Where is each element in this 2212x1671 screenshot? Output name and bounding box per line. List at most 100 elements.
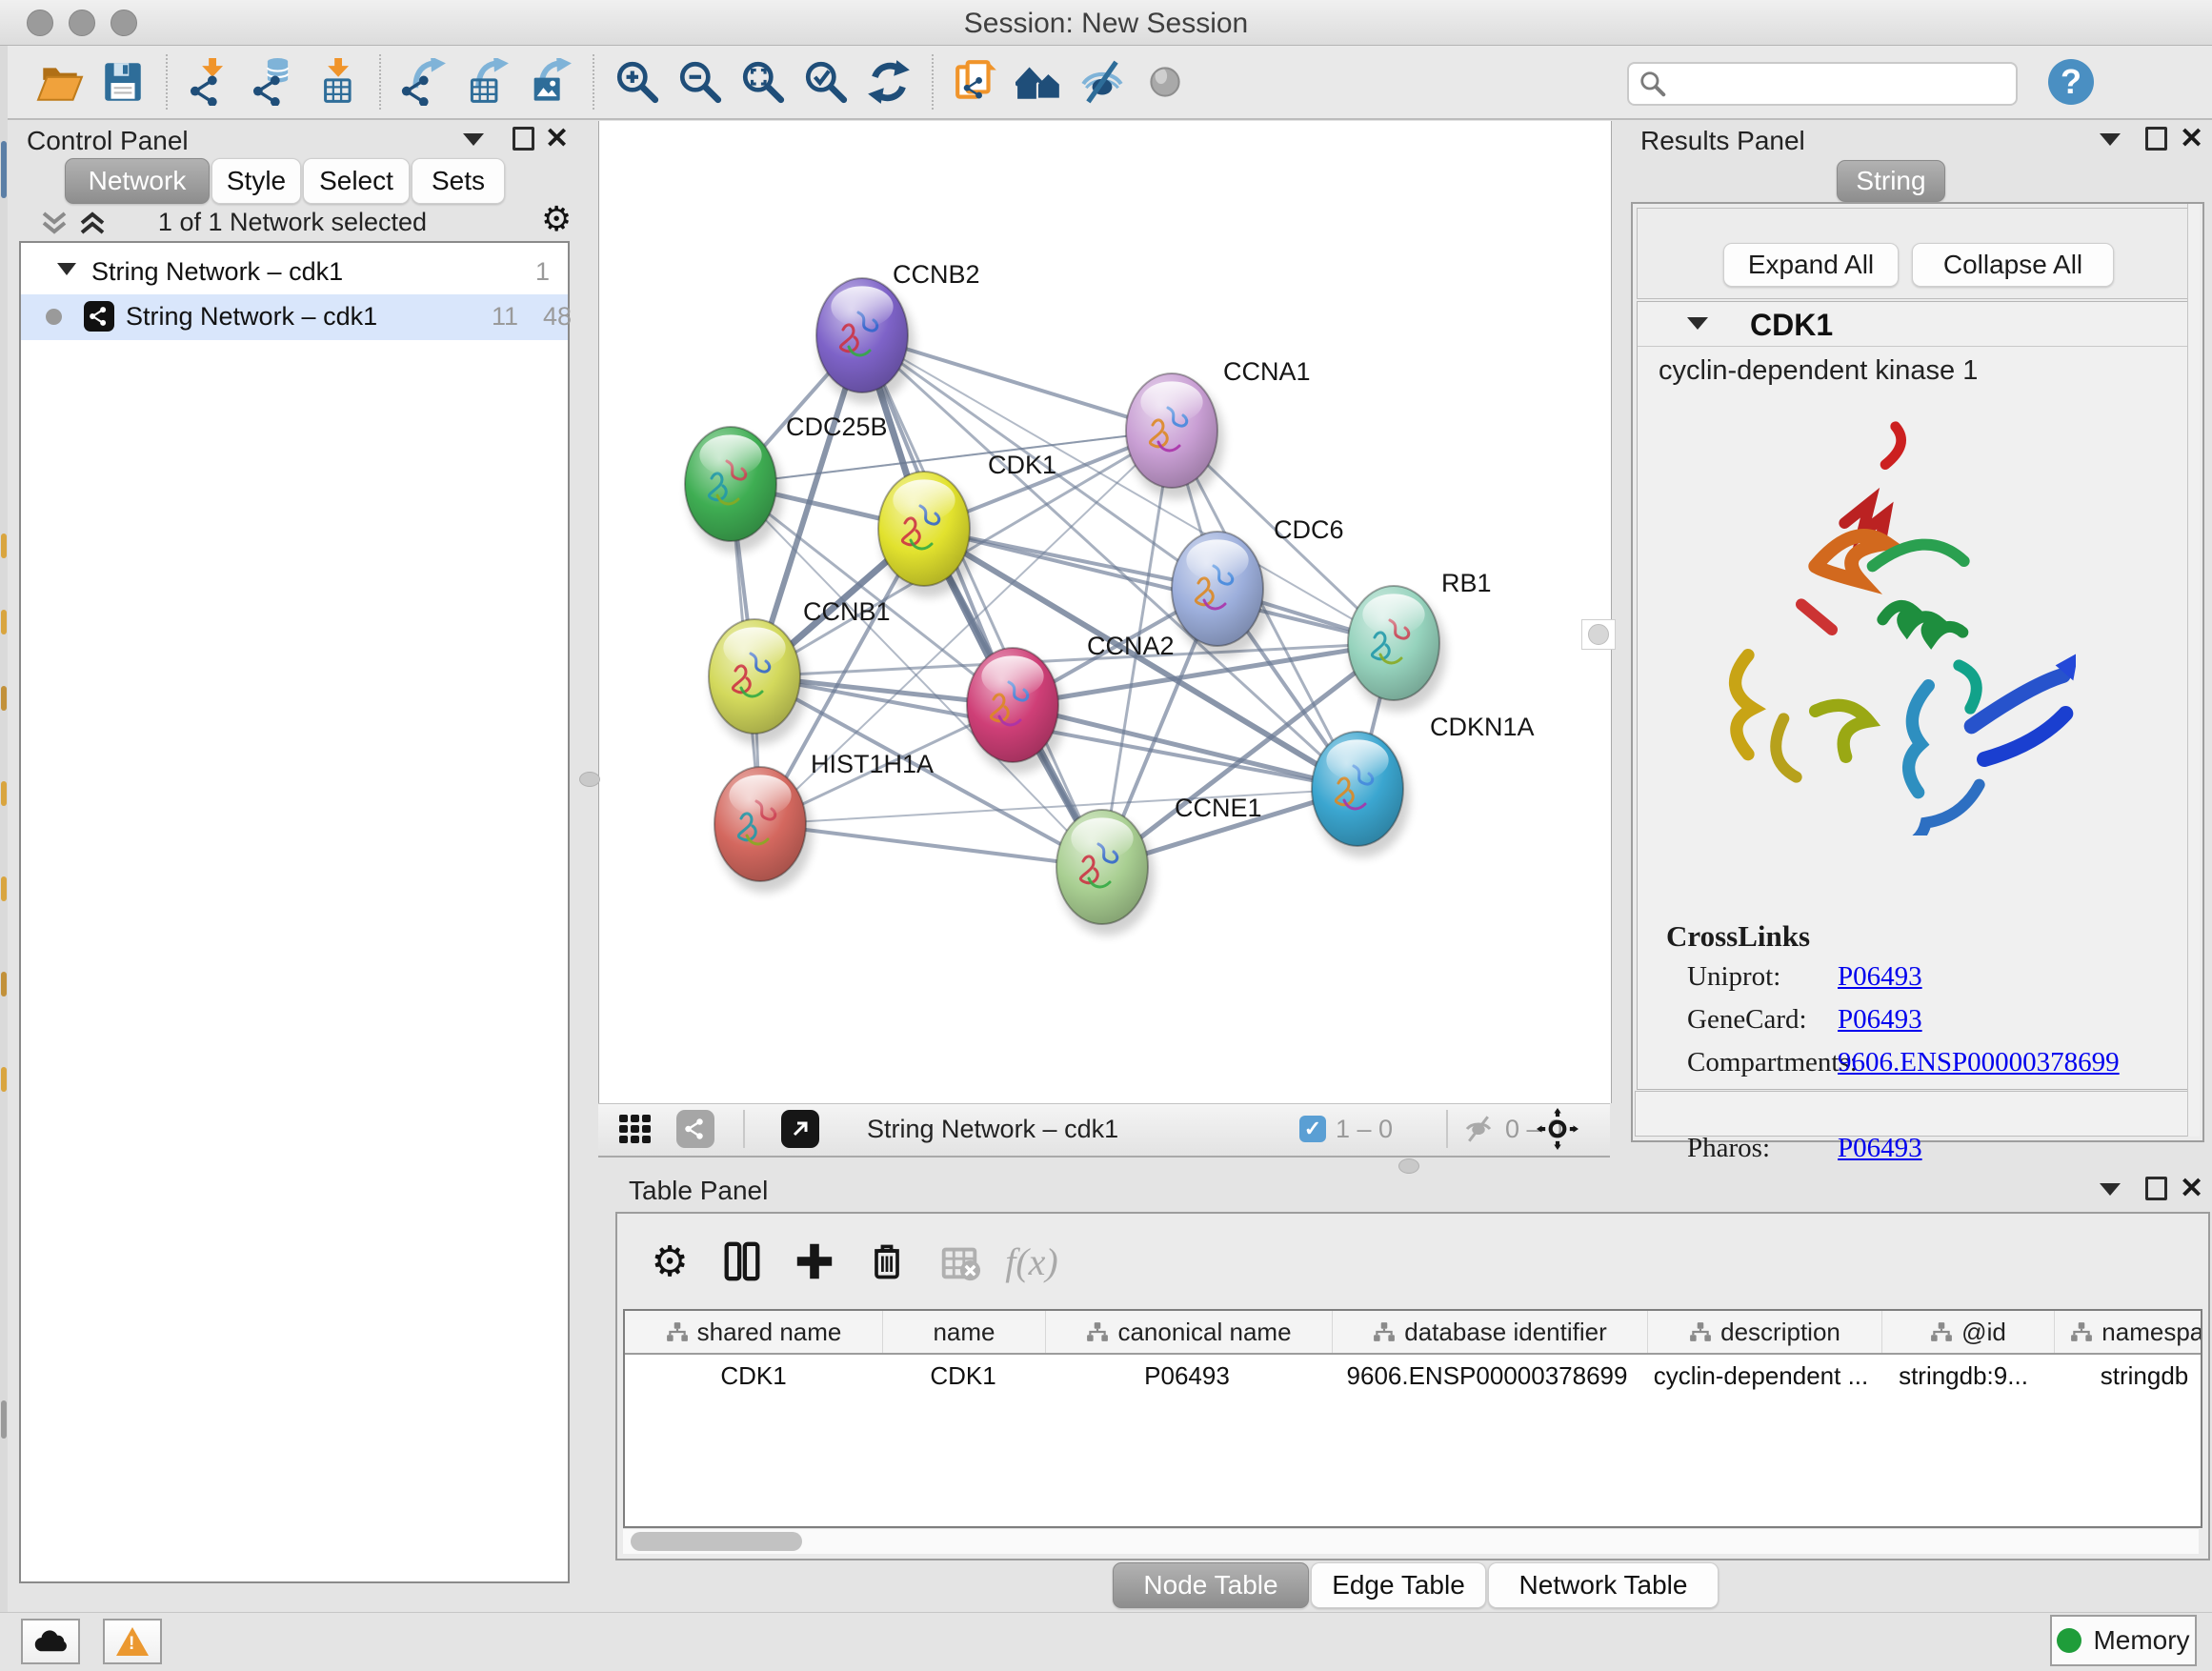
- network-node-label: CCNA1: [1223, 357, 1311, 386]
- add-column-icon[interactable]: [787, 1235, 842, 1288]
- crosslink-label: Uniprot:: [1687, 961, 1838, 1004]
- tab-network[interactable]: Network: [65, 158, 210, 204]
- zoom-fit-icon[interactable]: [736, 55, 790, 109]
- table-panel-float-icon[interactable]: [2145, 1177, 2167, 1200]
- table-cell[interactable]: stringdb: [2049, 1355, 2202, 1397]
- table-cell[interactable]: stringdb:9...: [1878, 1355, 2049, 1397]
- table-cell[interactable]: cyclin-dependent ...: [1644, 1355, 1878, 1397]
- column-header--id[interactable]: @id: [1882, 1311, 2055, 1353]
- tab-edge-table[interactable]: Edge Table: [1311, 1562, 1486, 1608]
- network-node-ccna2[interactable]: CCNA2: [967, 632, 1175, 774]
- table-row[interactable]: CDK1CDK1P064939606.ENSP00000378699cyclin…: [625, 1355, 2201, 1397]
- toolbar-separator: [379, 54, 381, 110]
- gene-collapse-icon[interactable]: [1687, 317, 1708, 330]
- tab-string[interactable]: String: [1837, 160, 1945, 202]
- tab-sets[interactable]: Sets: [412, 158, 505, 204]
- memory-button[interactable]: Memory: [2050, 1615, 2197, 1666]
- network-canvas[interactable]: CCNB2CCNA1CDC25BCDK1CDC6RB1CCNB1CCNA2HIS…: [598, 121, 1612, 1103]
- string-view-icon[interactable]: [676, 1104, 714, 1154]
- zoom-out-icon[interactable]: [674, 55, 727, 109]
- splitter-handle[interactable]: [1581, 619, 1616, 650]
- delete-column-trash-icon[interactable]: [859, 1235, 915, 1288]
- crosslink-uniprot-link[interactable]: P06493: [1838, 961, 1922, 1004]
- tab-network-table[interactable]: Network Table: [1488, 1562, 1719, 1608]
- table-cell[interactable]: P06493: [1044, 1355, 1330, 1397]
- table-cell[interactable]: CDK1: [625, 1355, 882, 1397]
- crosslink-pharos-link[interactable]: P06493: [1838, 1133, 1922, 1176]
- eye-icon[interactable]: [1138, 55, 1192, 109]
- network-row-selected[interactable]: String Network – cdk1 11 48: [21, 294, 568, 340]
- splitter-handle[interactable]: [1398, 1158, 1419, 1174]
- title-bar[interactable]: Session: New Session: [0, 0, 2212, 46]
- column-header-shared-name[interactable]: shared name: [625, 1311, 883, 1353]
- birds-eye-grid-icon[interactable]: [619, 1104, 651, 1154]
- table-cell[interactable]: CDK1: [882, 1355, 1044, 1397]
- export-network-icon[interactable]: [397, 55, 451, 109]
- open-file-icon[interactable]: [33, 55, 87, 109]
- warning-icon[interactable]: !: [103, 1619, 162, 1664]
- control-panel-close-icon[interactable]: ✕: [545, 127, 569, 151]
- circular-arrows-icon[interactable]: [862, 55, 915, 109]
- control-panel-collapse-icon[interactable]: [463, 133, 484, 146]
- help-icon[interactable]: ?: [2048, 59, 2094, 105]
- network-node-cdc25b[interactable]: CDC25B: [685, 413, 888, 553]
- table-panel-collapse-icon[interactable]: [2100, 1183, 2121, 1196]
- fit-crosshair-icon[interactable]: [1537, 1104, 1579, 1154]
- tab-select[interactable]: Select: [303, 158, 410, 204]
- save-session-icon[interactable]: [96, 55, 150, 109]
- network-node-ccna1[interactable]: CCNA1: [1126, 357, 1311, 499]
- zoom-in-icon[interactable]: [611, 55, 664, 109]
- network-node-ccne1[interactable]: CCNE1: [1056, 794, 1262, 936]
- crosslink-genecard-link[interactable]: P06493: [1838, 1004, 1922, 1047]
- scrollbar-thumb[interactable]: [631, 1532, 802, 1551]
- collapse-all-button[interactable]: Collapse All: [1912, 243, 2114, 287]
- hidden-eye-icon[interactable]: [1461, 1112, 1496, 1146]
- export-table-icon[interactable]: [460, 55, 513, 109]
- search-box[interactable]: [1627, 62, 2018, 106]
- expand-all-button[interactable]: Expand All: [1723, 243, 1899, 287]
- show-columns-icon[interactable]: [714, 1235, 770, 1288]
- export-image-icon[interactable]: [523, 55, 576, 109]
- column-header-description[interactable]: description: [1648, 1311, 1882, 1353]
- table-panel-close-icon[interactable]: ✕: [2180, 1177, 2203, 1201]
- results-panel-close-icon[interactable]: ✕: [2180, 127, 2203, 151]
- tab-style[interactable]: Style: [211, 158, 301, 204]
- network-selection-status: 1 of 1 Network selected: [19, 208, 566, 237]
- network-node-cdkn1a[interactable]: CDKN1A: [1312, 713, 1535, 857]
- table-horizontal-scrollbar[interactable]: [623, 1528, 2199, 1554]
- results-panel-float-icon[interactable]: [2145, 127, 2167, 151]
- zoom-selected-icon[interactable]: [799, 55, 853, 109]
- column-header-database-identifier[interactable]: database identifier: [1333, 1311, 1648, 1353]
- network-node-rb1[interactable]: RB1: [1348, 569, 1492, 712]
- crosslink-compartments-link[interactable]: 9606.ENSP00000378699: [1838, 1047, 2120, 1090]
- table-cell[interactable]: 9606.ENSP00000378699: [1330, 1355, 1644, 1397]
- results-panel-collapse-icon[interactable]: [2100, 133, 2121, 146]
- column-header-name[interactable]: name: [883, 1311, 1046, 1353]
- network-node-label: CCNB1: [803, 597, 891, 626]
- import-network-icon[interactable]: [184, 55, 237, 109]
- network-collection-row[interactable]: String Network – cdk1 1: [21, 252, 568, 294]
- network-options-gear-icon[interactable]: ⚙: [541, 200, 572, 239]
- results-panel-scrollbar[interactable]: [2187, 204, 2200, 1137]
- houses-icon[interactable]: [1013, 55, 1066, 109]
- import-network-database-icon[interactable]: [247, 55, 300, 109]
- column-header-namespace[interactable]: namespace: [2055, 1311, 2202, 1353]
- documents-share-icon[interactable]: [950, 55, 1003, 109]
- splitter-handle[interactable]: [579, 772, 600, 787]
- selected-checkbox-icon[interactable]: ✓: [1299, 1116, 1326, 1142]
- open-in-window-icon[interactable]: [781, 1104, 819, 1154]
- table-panel-title: Table Panel: [629, 1176, 768, 1206]
- search-input[interactable]: [1667, 67, 2016, 101]
- eye-slash-icon[interactable]: [1076, 55, 1129, 109]
- network-node-cdc6[interactable]: CDC6: [1172, 515, 1344, 657]
- network-node-ccnb2[interactable]: CCNB2: [816, 260, 980, 404]
- gene-header-row[interactable]: CDK1: [1638, 302, 2196, 347]
- cloud-icon[interactable]: [21, 1619, 80, 1664]
- control-panel-float-icon[interactable]: [513, 127, 534, 151]
- column-header-canonical-name[interactable]: canonical name: [1046, 1311, 1333, 1353]
- hierarchy-icon: [1373, 1321, 1396, 1342]
- tab-node-table[interactable]: Node Table: [1113, 1562, 1309, 1608]
- collection-expand-icon[interactable]: [57, 263, 76, 275]
- table-options-gear-icon[interactable]: ⚙: [642, 1235, 697, 1288]
- import-table-icon[interactable]: [310, 55, 363, 109]
